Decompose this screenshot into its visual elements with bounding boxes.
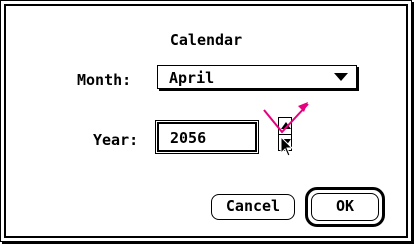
mouse-pointer-icon [280,136,294,157]
year-label: Year: [93,131,139,149]
cancel-button[interactable]: Cancel [211,194,295,220]
month-value: April [169,69,215,87]
dialog-title: Calendar [169,31,243,49]
ok-button[interactable]: OK [311,193,379,221]
year-input[interactable]: 2056 [155,120,259,154]
month-label: Month: [77,71,132,89]
triangle-down-icon [334,73,348,81]
month-popup-menu[interactable]: April [157,65,357,89]
year-value: 2056 [170,129,207,147]
calendar-dialog: Calendar Month: April Year: 2056 Cancel … [0,0,412,242]
